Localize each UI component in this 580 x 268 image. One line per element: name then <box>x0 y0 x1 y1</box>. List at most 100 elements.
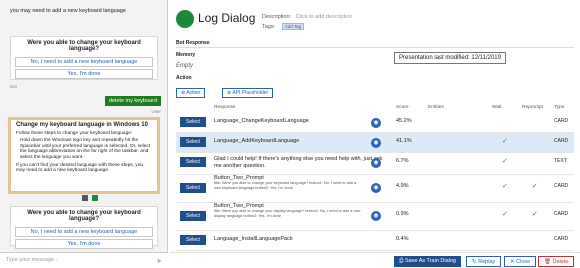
type-value: CARD <box>554 183 569 189</box>
table-row: Select Button_Two_Prompt title: Were you… <box>176 175 574 203</box>
response-name: Button_Two_Prompt title: Were you able t… <box>214 175 364 190</box>
eye-icon[interactable]: ◉ <box>371 158 381 168</box>
trash-icon: 🗑 <box>544 259 551 265</box>
score-value: 45.2% <box>396 118 412 124</box>
score-value: 4.9% <box>396 183 409 189</box>
tags-row: Tags: Add Tag <box>262 23 305 30</box>
table-row: Select Language_ChangeKeyboardLanguage ◉… <box>176 113 574 133</box>
save-icon: ⎙ <box>399 258 404 264</box>
save-as-train-dialog-button[interactable]: ⎙ Save As Train Dialog <box>394 256 461 267</box>
table-row: Select Button_Two_Prompt title: Were you… <box>176 203 574 231</box>
page-title: Log Dialog <box>198 11 256 25</box>
reprompt-check-icon: ✓ <box>532 183 538 190</box>
close-button[interactable]: ✕ Close <box>504 256 537 267</box>
add-icon[interactable] <box>92 195 98 201</box>
wait-check-icon: ✓ <box>502 211 508 218</box>
eye-icon[interactable]: ◉ <box>371 118 381 128</box>
eye-icon[interactable]: ◉ <box>371 211 381 221</box>
response-details: title: Were you able to change your keyb… <box>214 181 357 190</box>
score-value: 0.4% <box>396 236 409 242</box>
save-label: Save As Train Dialog <box>404 258 456 264</box>
add-keyboard-button[interactable]: No, I need to add a new keyboard languag… <box>15 57 153 67</box>
select-button[interactable]: Select <box>180 157 206 167</box>
message-controls[interactable] <box>82 195 102 201</box>
tooltip: Presentation last modified: 12/11/2019 <box>394 52 506 64</box>
eye-icon[interactable]: ◉ <box>371 138 381 148</box>
col-entities: Entities <box>428 105 444 110</box>
table-row: Select Language_InstallLanguagePack 0.4%… <box>176 231 574 251</box>
wait-check-icon: ✓ <box>502 158 508 165</box>
add-keyboard-button[interactable]: No, I need to add a new keyboard languag… <box>15 227 153 237</box>
table-row: Select Language_AddKeyboardLanguage ◉ 41… <box>176 133 574 153</box>
user-label: User <box>151 109 161 114</box>
select-button[interactable]: Select <box>180 137 206 147</box>
description-input[interactable]: Click to add description <box>296 14 353 20</box>
select-button[interactable]: Select <box>180 183 206 193</box>
tags-label: Tags: <box>262 24 276 30</box>
delete-button[interactable]: 🗑 Delete <box>538 256 575 267</box>
table-row: Select Glad I could help! If there's any… <box>176 153 574 175</box>
add-action-label: Action <box>186 90 201 96</box>
message-input[interactable]: Type your message... ➤ <box>0 252 168 268</box>
eye-icon[interactable]: ◉ <box>371 183 381 193</box>
edit-icon[interactable] <box>82 195 88 201</box>
type-value: TEXT <box>554 158 567 164</box>
action-heading: Action <box>176 75 192 81</box>
bot-response-heading: Bot Response <box>176 40 210 46</box>
memory-heading: Memory <box>176 52 196 58</box>
done-button[interactable]: Yes, I'm done <box>15 69 153 79</box>
replay-label: Replay <box>478 259 496 265</box>
done-button[interactable]: Yes, I'm done <box>15 239 153 249</box>
type-value: CARD <box>554 211 569 217</box>
col-type: Type <box>554 105 565 110</box>
wait-check-icon: ✓ <box>502 183 508 190</box>
user-message: delete my keyboard <box>105 96 161 106</box>
score-value: 0.9% <box>396 211 409 217</box>
score-value: 6.7% <box>396 158 409 164</box>
dialog-footer: ⎙ Save As Train Dialog ↻ Replay ✕ Close … <box>170 252 580 268</box>
chat-text-top: you may need to add a new keyboard langu… <box>10 8 126 14</box>
divider <box>176 47 574 48</box>
description-row: Description: Click to add description <box>262 14 352 20</box>
memory-empty: Empty <box>176 63 194 69</box>
col-reprompt: Reprompt <box>522 105 544 110</box>
response-details: title: Were you able to change your disp… <box>214 209 361 218</box>
replay-icon: ↻ <box>472 259 477 265</box>
person-icon <box>176 10 194 28</box>
close-icon: ✕ <box>510 259 515 265</box>
delete-label: Delete <box>552 259 569 265</box>
response-name: Language_AddKeyboardLanguage <box>214 138 300 144</box>
select-button[interactable]: Select <box>180 235 206 245</box>
message-p3: If you can't find your desired language … <box>16 162 144 174</box>
wait-check-icon: ✓ <box>502 138 508 145</box>
response-text: Glad I could help! If there's anything e… <box>214 156 383 169</box>
card-title: Were you able to change your keyboard la… <box>27 210 141 222</box>
select-button[interactable]: Select <box>180 117 206 127</box>
reprompt-check-icon: ✓ <box>532 211 538 218</box>
message-p1: Follow these steps to change your keyboa… <box>16 130 133 136</box>
send-icon[interactable]: ➤ <box>156 257 162 265</box>
col-score[interactable]: Score <box>396 105 409 110</box>
add-action-button[interactable]: ⊕ Action <box>176 88 206 98</box>
add-tag-button[interactable]: Add Tag <box>281 23 305 30</box>
close-label: Close <box>516 259 531 265</box>
replay-button[interactable]: ↻ Replay <box>466 256 502 267</box>
response-name: Button_Two_Prompt title: Were you able t… <box>214 203 364 218</box>
message-title: Change my keyboard language in Windows 1… <box>16 122 148 128</box>
selected-bot-message[interactable]: Change my keyboard language in Windows 1… <box>8 117 160 194</box>
col-wait: Wait <box>492 105 502 110</box>
choice-card-1: Were you able to change your keyboard la… <box>10 36 158 80</box>
select-button[interactable]: Select <box>180 211 206 221</box>
type-value: CARD <box>554 236 569 242</box>
input-placeholder: Type your message... <box>6 257 59 263</box>
response-name: Language_ChangeKeyboardLanguage <box>214 118 309 124</box>
type-value: CARD <box>554 118 569 124</box>
message-p2: Hold down the Windows logo key and repea… <box>20 138 151 160</box>
log-dialog-panel: Log Dialog Description: Click to add des… <box>170 0 580 268</box>
col-response: Response <box>214 105 236 110</box>
score-value: 41.1% <box>396 138 412 144</box>
api-placeholder-label: API Placeholder <box>232 90 269 96</box>
bot-label: Bot <box>10 84 17 89</box>
webchat-panel: you may need to add a new keyboard langu… <box>0 0 168 268</box>
api-placeholder-button[interactable]: ⊕ API Placeholder <box>222 88 274 98</box>
